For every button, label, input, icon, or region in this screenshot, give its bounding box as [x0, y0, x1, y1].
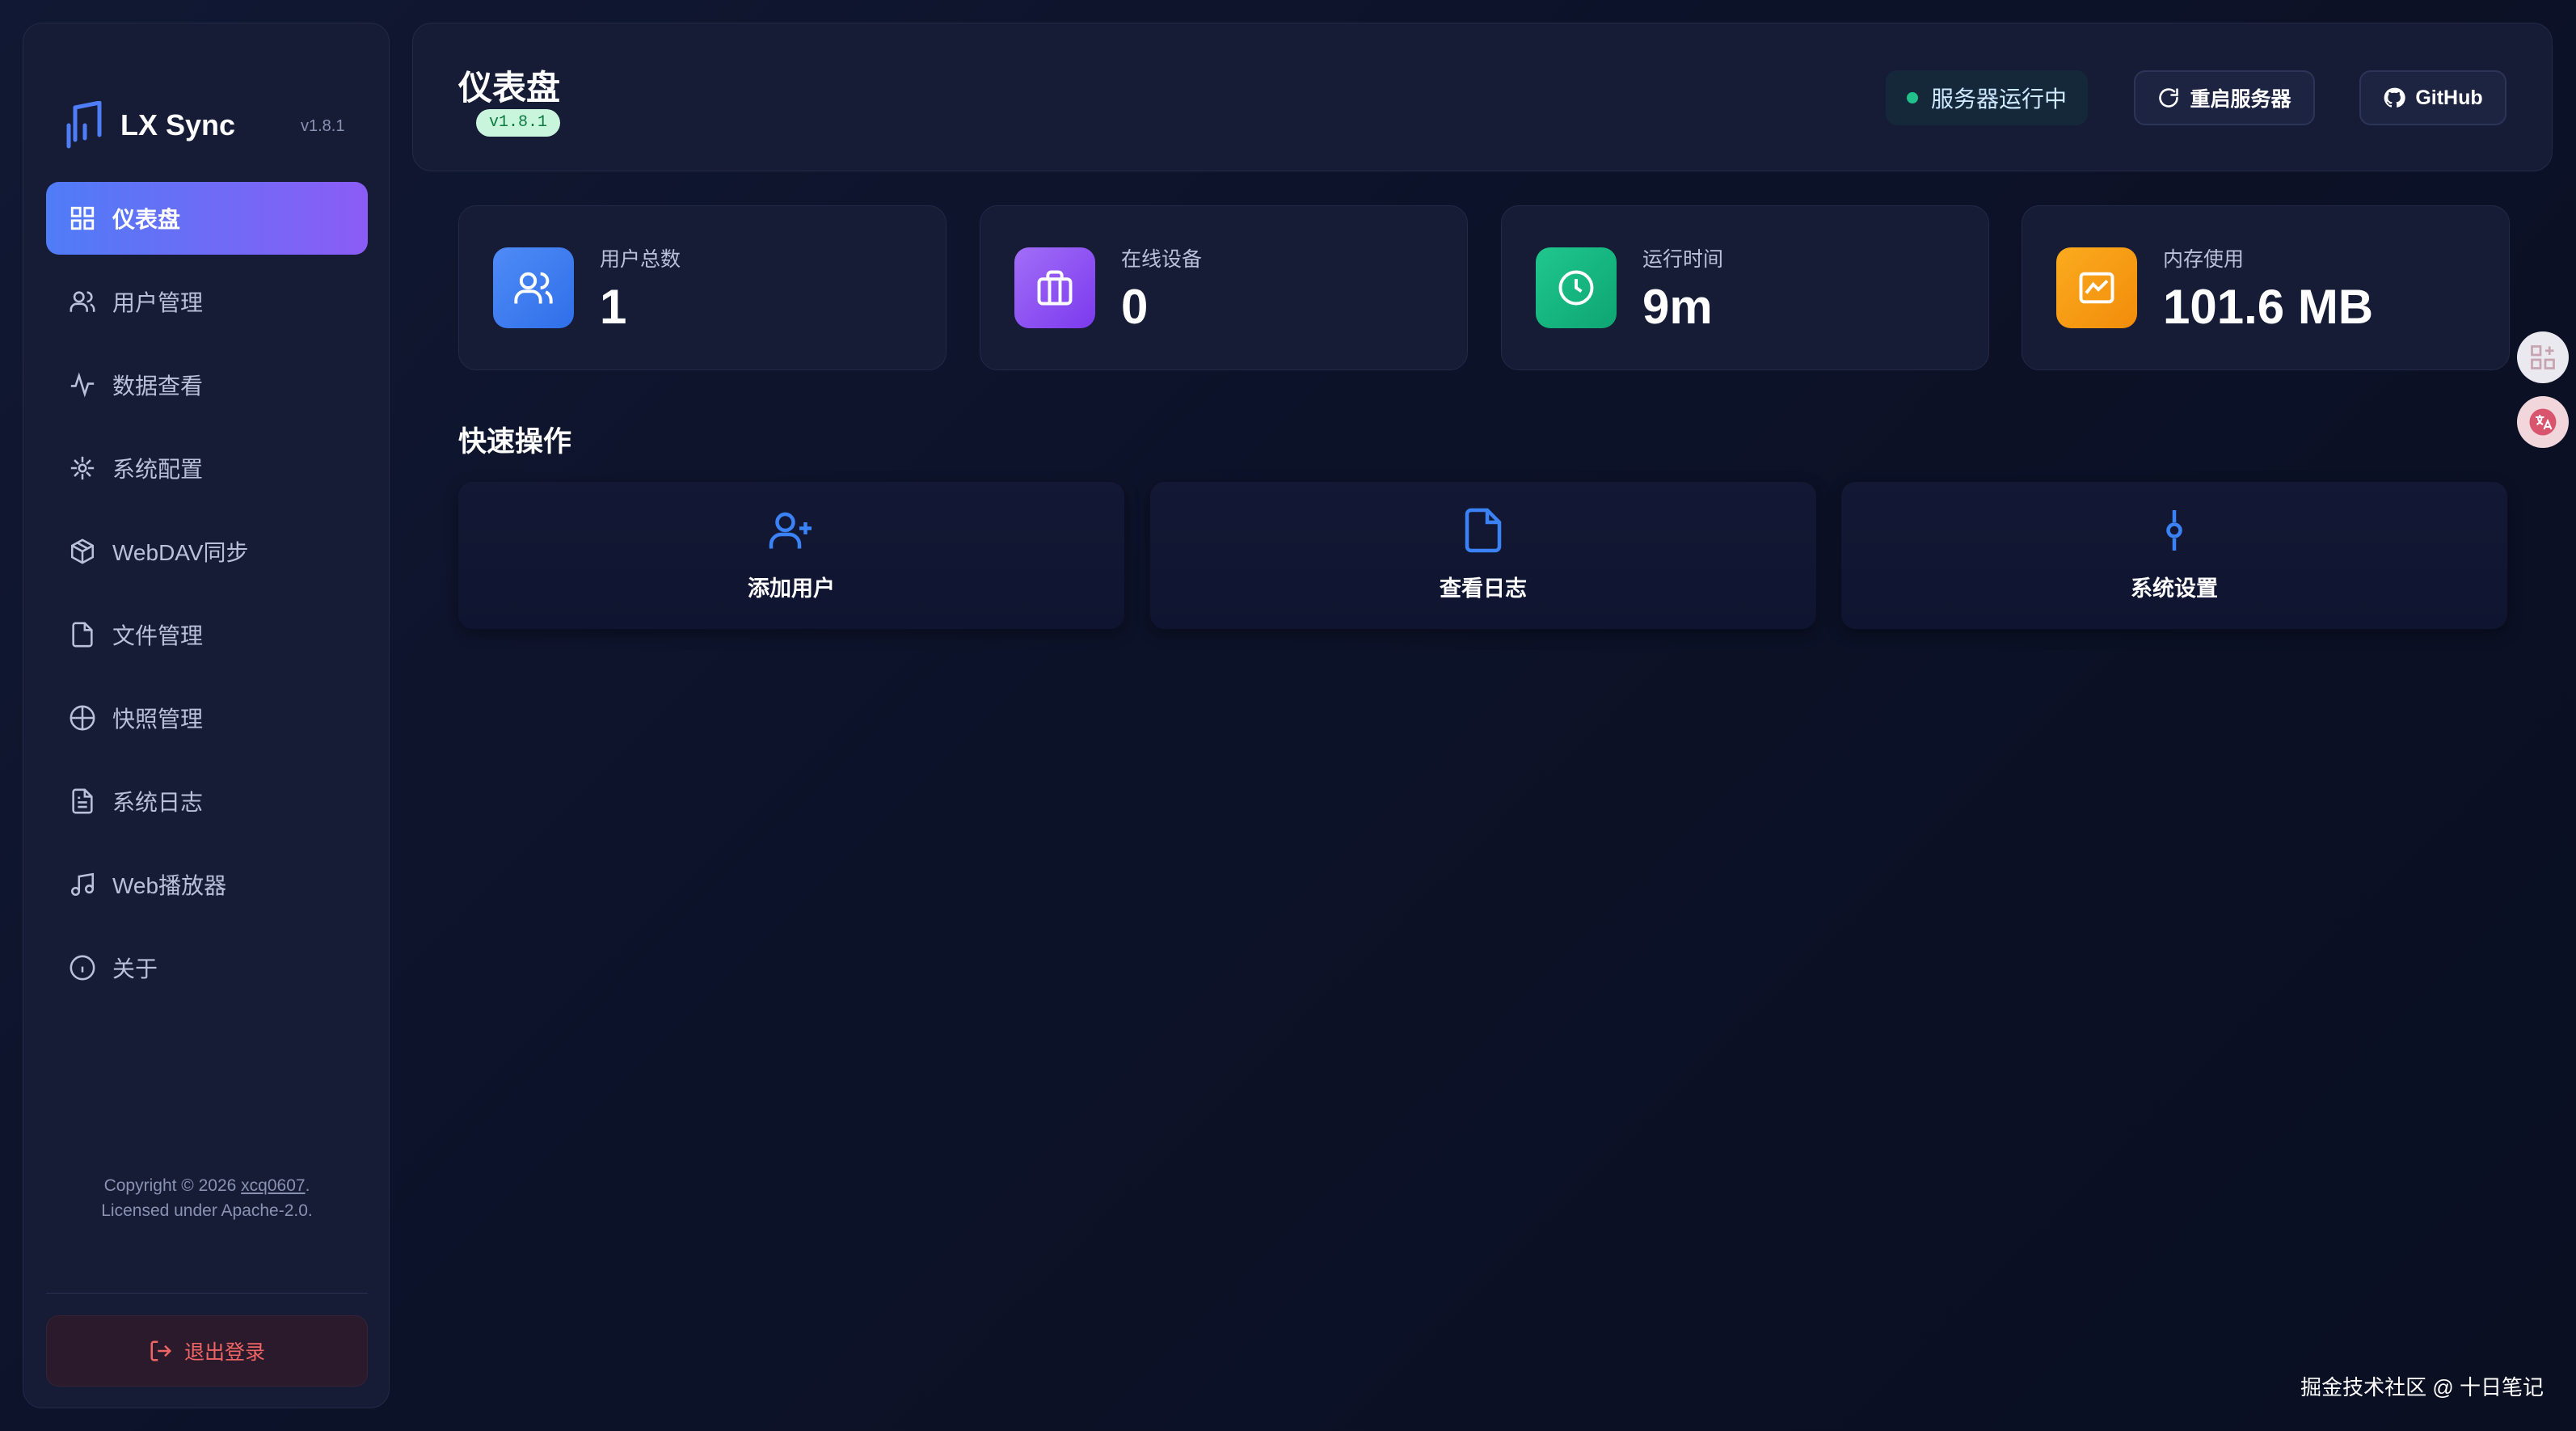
sidebar-item-label: 文件管理 [112, 623, 204, 648]
settings-icon [2166, 510, 2182, 551]
file-icon [1465, 508, 1502, 553]
sidebar-item-label: 快照管理 [112, 707, 204, 732]
sidebar-item-snapshots[interactable]: 快照管理 [46, 682, 368, 754]
stat-card-users: 用户总数 1 [458, 205, 947, 370]
sidebar-item-files[interactable]: 文件管理 [46, 598, 368, 671]
clock-icon [1558, 270, 1594, 306]
users-icon [70, 291, 95, 312]
sidebar-item-logs[interactable]: 系统日志 [46, 765, 368, 838]
license-text: Licensed under Apache-2.0. [101, 1201, 313, 1220]
restart-server-label: 重启服务器 [2190, 88, 2291, 111]
sidebar: LX Sync v1.8.1 仪表盘 用户管理 数据查看 系统配置 WebDAV… [23, 23, 390, 1408]
file-icon [72, 622, 93, 648]
stat-icon-users [493, 247, 574, 328]
stat-icon-memory [2056, 247, 2137, 328]
music-icon [70, 872, 95, 897]
sidebar-item-dashboard[interactable]: 仪表盘 [46, 182, 368, 255]
stat-card-uptime: 运行时间 9m [1501, 205, 1989, 370]
briefcase-icon [1037, 270, 1073, 306]
server-status-badge: 服务器运行中 [1886, 70, 2088, 125]
view-logs-button[interactable]: 查看日志 [1150, 482, 1816, 629]
stat-label: 运行时间 [1642, 248, 1724, 271]
page-header: 仪表盘 v1.8.1 服务器运行中 重启服务器 GitHub [412, 23, 2553, 171]
stat-value: 0 [1121, 280, 1149, 334]
logout-button[interactable]: 退出登录 [46, 1315, 368, 1387]
restart-server-button[interactable]: 重启服务器 [2134, 70, 2315, 125]
github-label: GitHub [2415, 86, 2483, 109]
info-icon [70, 955, 95, 981]
status-dot-icon [1906, 92, 1918, 103]
stat-icon-uptime [1536, 247, 1617, 328]
copyright: Copyright © 2026 xcq0607. Licensed under… [23, 1173, 390, 1223]
logout-label: 退出登录 [183, 1341, 265, 1364]
refresh-icon [2159, 88, 2179, 108]
add-user-button[interactable]: 添加用户 [458, 482, 1124, 629]
sidebar-nav: 仪表盘 用户管理 数据查看 系统配置 WebDAV同步 文件管理 快照管理 系统… [46, 182, 368, 1015]
sidebar-item-label: 系统配置 [112, 457, 204, 482]
logout-icon [150, 1340, 172, 1361]
brand-version: v1.8.1 [301, 117, 345, 135]
sidebar-item-player[interactable]: Web播放器 [46, 848, 368, 921]
stat-card-devices: 在线设备 0 [980, 205, 1468, 370]
sidebar-item-label: 系统日志 [112, 790, 204, 815]
sidebar-item-about[interactable]: 关于 [46, 931, 368, 1004]
stat-value: 101.6 MB [2163, 280, 2374, 334]
sidebar-item-label: WebDAV同步 [112, 540, 249, 565]
sidebar-item-data[interactable]: 数据查看 [46, 348, 368, 421]
sidebar-item-label: 仪表盘 [112, 207, 181, 232]
copyright-suffix: . [305, 1176, 310, 1195]
app-root: LX Sync v1.8.1 仪表盘 用户管理 数据查看 系统配置 WebDAV… [0, 0, 2576, 1431]
page-title: 仪表盘 [458, 69, 561, 107]
stat-label: 在线设备 [1121, 248, 1203, 271]
quick-actions-title: 快速操作 [458, 426, 572, 458]
view-logs-label: 查看日志 [1440, 576, 1527, 601]
stat-icon-devices [1014, 247, 1095, 328]
stat-label: 用户总数 [600, 248, 681, 271]
sidebar-item-config[interactable]: 系统配置 [46, 432, 368, 504]
github-button[interactable]: GitHub [2359, 70, 2506, 125]
watermark: 掘金技术社区 @ 十日笔记 [2300, 1375, 2544, 1399]
dashboard-icon [70, 206, 95, 230]
log-icon [72, 788, 93, 814]
sidebar-item-label: Web播放器 [112, 873, 227, 898]
stat-value: 1 [600, 280, 627, 334]
version-badge: v1.8.1 [476, 109, 561, 137]
sidebar-item-label: 关于 [112, 956, 158, 981]
sidebar-item-label: 用户管理 [112, 290, 204, 315]
copyright-prefix: Copyright © 2026 [103, 1176, 242, 1195]
brand[interactable]: LX Sync [64, 93, 235, 158]
floating-translate-button[interactable] [2517, 396, 2569, 448]
sidebar-item-webdav[interactable]: WebDAV同步 [46, 515, 368, 588]
stat-label: 内存使用 [2163, 248, 2245, 271]
brand-name: LX Sync [120, 108, 236, 141]
copyright-author-link[interactable]: xcq0607 [241, 1176, 305, 1195]
package-icon [70, 538, 95, 564]
system-settings-label: 系统设置 [2131, 576, 2218, 601]
github-icon [2384, 87, 2406, 108]
system-settings-button[interactable]: 系统设置 [1841, 482, 2507, 629]
stat-card-memory: 内存使用 101.6 MB [2022, 205, 2510, 370]
chart-icon [2079, 272, 2114, 304]
sidebar-item-label: 数据查看 [112, 374, 204, 399]
apps-grid-icon [2531, 345, 2555, 369]
sidebar-divider [46, 1293, 368, 1294]
floating-apps-button[interactable] [2517, 331, 2569, 383]
user-plus-icon [769, 512, 812, 549]
snapshot-icon [70, 705, 95, 731]
config-icon [70, 456, 95, 480]
users-icon [514, 272, 553, 304]
activity-icon [70, 372, 95, 398]
sidebar-item-users[interactable]: 用户管理 [46, 265, 368, 338]
stat-value: 9m [1642, 280, 1713, 334]
music-sync-logo [66, 101, 102, 149]
server-status-text: 服务器运行中 [1930, 87, 2067, 112]
translate-icon [2529, 408, 2557, 436]
add-user-label: 添加用户 [748, 576, 835, 601]
